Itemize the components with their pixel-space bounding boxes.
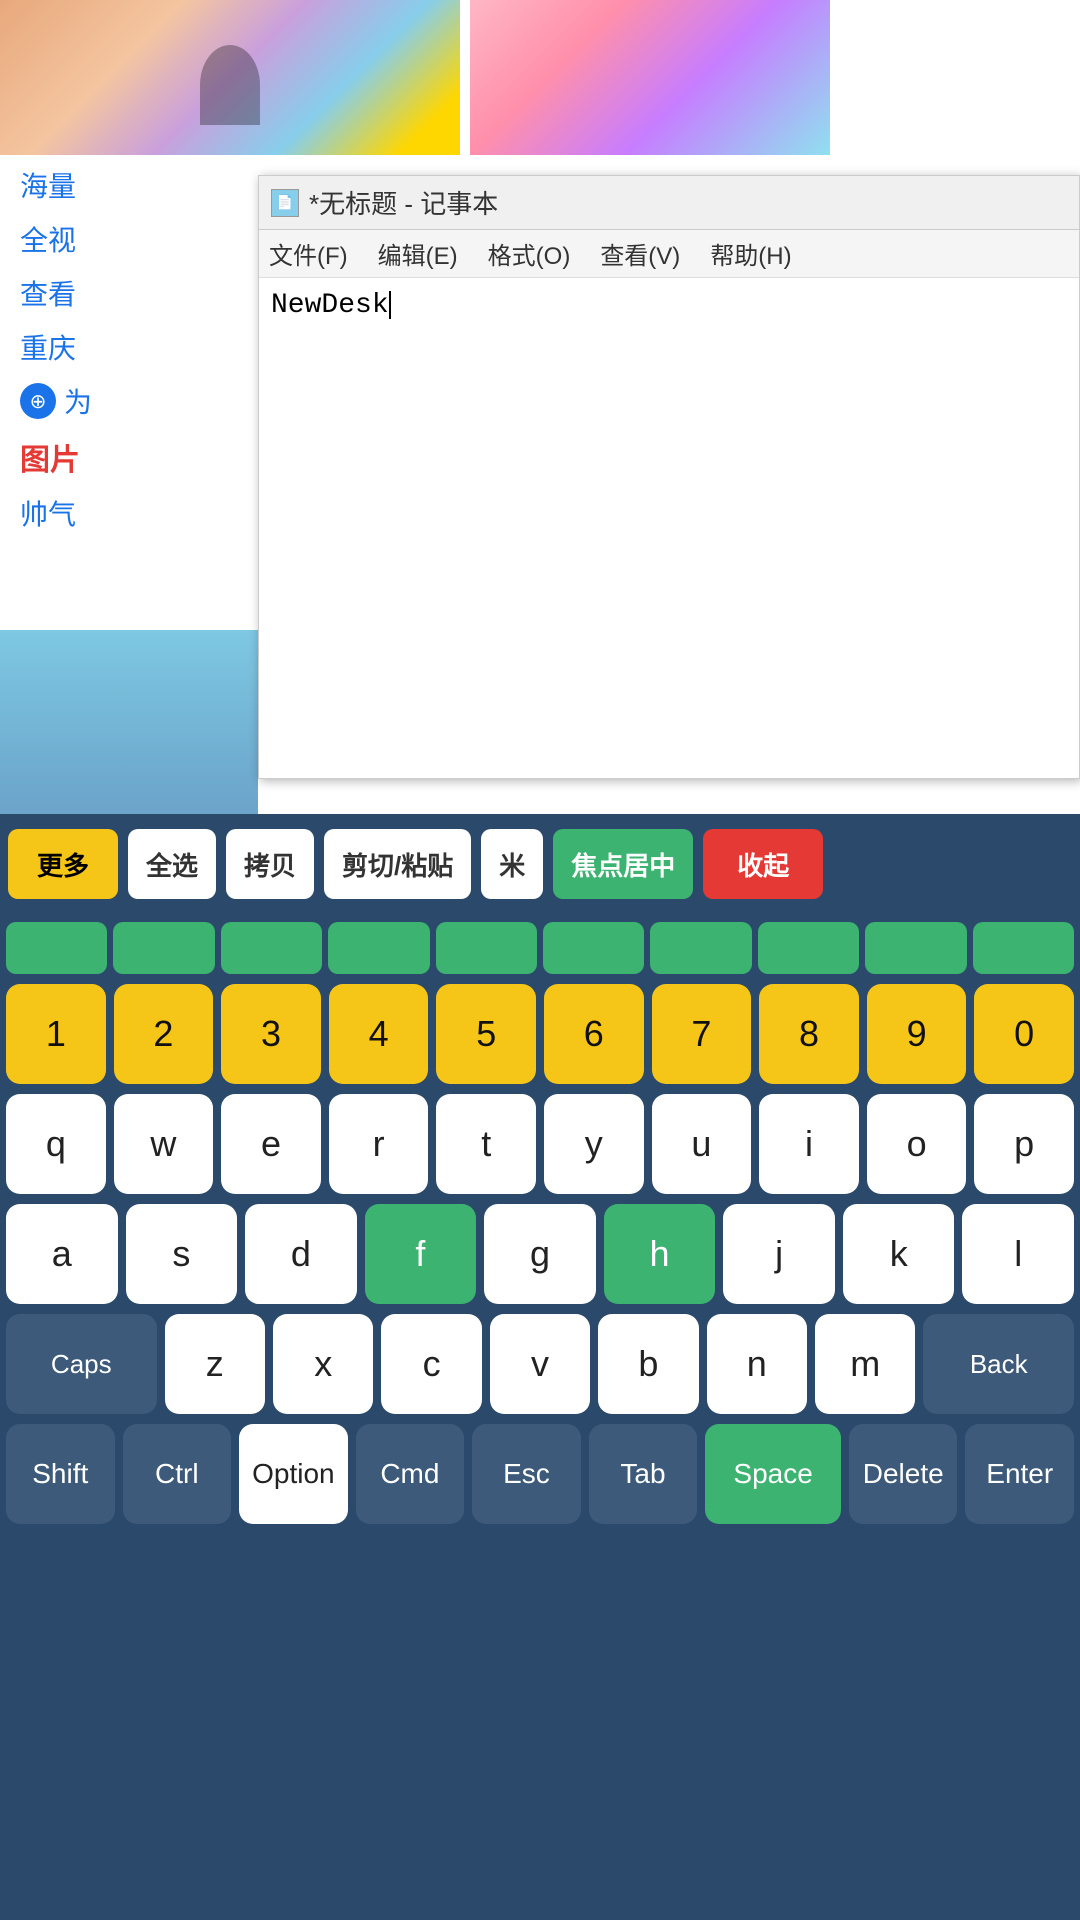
- keyboard-toolbar: 更多 全选 拷贝 剪切/粘贴 米 焦点居中 收起: [0, 814, 1080, 914]
- bg-image-2: [470, 0, 830, 155]
- search-icon: ⊕: [20, 383, 56, 419]
- notepad-window: 📄 *无标题 - 记事本 文件(F) 编辑(E) 格式(O) 查看(V) 帮助(…: [258, 175, 1080, 779]
- key-v[interactable]: v: [490, 1314, 590, 1414]
- key-enter[interactable]: Enter: [965, 1424, 1074, 1524]
- key-m[interactable]: m: [815, 1314, 915, 1414]
- key-0[interactable]: 0: [974, 984, 1074, 1084]
- cut-paste-button[interactable]: 剪切/粘贴: [324, 829, 471, 899]
- bg-image-3: [0, 630, 258, 815]
- key-5[interactable]: 5: [436, 984, 536, 1084]
- key-q[interactable]: q: [6, 1094, 106, 1194]
- key-r[interactable]: r: [329, 1094, 429, 1194]
- menu-edit[interactable]: 编辑(E): [378, 236, 458, 271]
- key-back[interactable]: Back: [923, 1314, 1074, 1414]
- number-row: 1 2 3 4 5 6 7 8 9 0: [6, 984, 1074, 1084]
- hide-button[interactable]: 收起: [703, 829, 823, 899]
- key-a[interactable]: a: [6, 1204, 118, 1304]
- key-t[interactable]: t: [436, 1094, 536, 1194]
- key-3[interactable]: 3: [221, 984, 321, 1084]
- notepad-content[interactable]: NewDesk: [259, 278, 1079, 778]
- key-caps[interactable]: Caps: [6, 1314, 157, 1414]
- swipe-key-1[interactable]: [6, 922, 107, 974]
- key-e[interactable]: e: [221, 1094, 321, 1194]
- key-8[interactable]: 8: [759, 984, 859, 1084]
- key-d[interactable]: d: [245, 1204, 357, 1304]
- key-o[interactable]: o: [867, 1094, 967, 1194]
- menu-view[interactable]: 查看(V): [600, 236, 680, 271]
- more-button[interactable]: 更多: [8, 829, 118, 899]
- misc-button[interactable]: 米: [481, 829, 543, 899]
- key-h[interactable]: h: [604, 1204, 716, 1304]
- swipe-key-7[interactable]: [650, 922, 751, 974]
- key-z[interactable]: z: [165, 1314, 265, 1414]
- notepad-title: *无标题 - 记事本: [309, 184, 498, 221]
- key-l[interactable]: l: [962, 1204, 1074, 1304]
- qwerty-row: q w e r t y u i o p: [6, 1094, 1074, 1194]
- swipe-key-4[interactable]: [328, 922, 429, 974]
- notepad-titlebar: 📄 *无标题 - 记事本: [259, 176, 1079, 230]
- zxcv-row: Caps z x c v b n m Back: [6, 1314, 1074, 1414]
- key-4[interactable]: 4: [329, 984, 429, 1084]
- bottom-row: Shift Ctrl Option Cmd Esc Tab Space Dele…: [6, 1424, 1074, 1524]
- key-x[interactable]: x: [273, 1314, 373, 1414]
- menu-file[interactable]: 文件(F): [269, 236, 348, 271]
- key-f[interactable]: f: [365, 1204, 477, 1304]
- key-option[interactable]: Option: [239, 1424, 348, 1524]
- key-6[interactable]: 6: [544, 984, 644, 1084]
- notepad-icon: 📄: [271, 189, 299, 217]
- notepad-text: NewDesk: [271, 290, 391, 321]
- key-2[interactable]: 2: [114, 984, 214, 1084]
- swipe-key-5[interactable]: [436, 922, 537, 974]
- swipe-key-10[interactable]: [973, 922, 1074, 974]
- keyboard-area: 1 2 3 4 5 6 7 8 9 0 q w e r t y u i o p …: [0, 914, 1080, 1920]
- key-7[interactable]: 7: [652, 984, 752, 1084]
- copy-button[interactable]: 拷贝: [226, 829, 314, 899]
- swipe-key-8[interactable]: [758, 922, 859, 974]
- focus-button[interactable]: 焦点居中: [553, 829, 693, 899]
- swipe-key-2[interactable]: [113, 922, 214, 974]
- key-u[interactable]: u: [652, 1094, 752, 1194]
- swipe-row: [6, 922, 1074, 974]
- key-9[interactable]: 9: [867, 984, 967, 1084]
- menu-help[interactable]: 帮助(H): [710, 236, 791, 271]
- notepad-menubar[interactable]: 文件(F) 编辑(E) 格式(O) 查看(V) 帮助(H): [259, 230, 1079, 278]
- menu-format[interactable]: 格式(O): [488, 236, 571, 271]
- key-esc[interactable]: Esc: [472, 1424, 581, 1524]
- key-space[interactable]: Space: [705, 1424, 841, 1524]
- key-shift[interactable]: Shift: [6, 1424, 115, 1524]
- key-1[interactable]: 1: [6, 984, 106, 1084]
- key-s[interactable]: s: [126, 1204, 238, 1304]
- key-w[interactable]: w: [114, 1094, 214, 1194]
- key-y[interactable]: y: [544, 1094, 644, 1194]
- swipe-key-9[interactable]: [865, 922, 966, 974]
- key-g[interactable]: g: [484, 1204, 596, 1304]
- key-p[interactable]: p: [974, 1094, 1074, 1194]
- key-b[interactable]: b: [598, 1314, 698, 1414]
- key-tab[interactable]: Tab: [589, 1424, 698, 1524]
- key-j[interactable]: j: [723, 1204, 835, 1304]
- swipe-key-6[interactable]: [543, 922, 644, 974]
- key-c[interactable]: c: [381, 1314, 481, 1414]
- bg-image-1: [0, 0, 460, 155]
- swipe-key-3[interactable]: [221, 922, 322, 974]
- asdf-row: a s d f g h j k l: [6, 1204, 1074, 1304]
- select-all-button[interactable]: 全选: [128, 829, 216, 899]
- key-n[interactable]: n: [707, 1314, 807, 1414]
- key-cmd[interactable]: Cmd: [356, 1424, 465, 1524]
- key-ctrl[interactable]: Ctrl: [123, 1424, 232, 1524]
- key-k[interactable]: k: [843, 1204, 955, 1304]
- key-i[interactable]: i: [759, 1094, 859, 1194]
- key-delete[interactable]: Delete: [849, 1424, 958, 1524]
